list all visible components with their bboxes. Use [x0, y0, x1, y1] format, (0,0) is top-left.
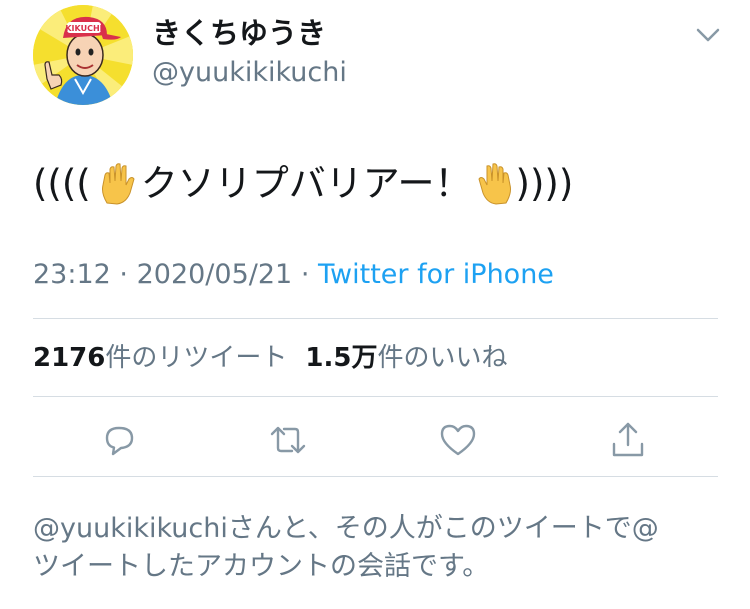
tweet-text: (((( クソリプバリアー！ )))) [33, 160, 573, 208]
share-icon[interactable] [608, 420, 648, 460]
likes-stat[interactable]: 1.5万件のいいね [305, 343, 507, 373]
avatar-cap-text: KIKUCHI [65, 24, 102, 33]
tweet-time[interactable]: 23:12 [33, 259, 111, 290]
divider [33, 396, 718, 397]
divider [33, 318, 718, 319]
likes-label: 件のいいね [377, 343, 508, 373]
reply-icon[interactable] [99, 420, 139, 460]
conversation-context: @yuukikikuchiさんと、その人がこのツイートで@ ツイートしたアカウン… [33, 510, 723, 586]
chevron-down-icon[interactable] [692, 24, 724, 46]
tweet-source-link[interactable]: Twitter for iPhone [318, 259, 554, 290]
retweet-icon[interactable] [268, 420, 308, 460]
meta-separator: · [300, 259, 310, 290]
tweet-detail: KIKUCHI きくちゆうき @yuukikikuchi (((( クソリプバリ… [0, 0, 750, 609]
avatar-illustration: KIKUCHI [33, 5, 133, 105]
raised-hand-icon [477, 163, 511, 205]
raised-hand-icon [101, 163, 135, 205]
tweet-date[interactable]: 2020/05/21 [137, 259, 293, 290]
likes-count: 1.5万 [305, 343, 378, 373]
tweet-text-suffix: )))) [515, 162, 574, 205]
author-handle[interactable]: @yuukikikuchi [152, 56, 347, 90]
divider [33, 476, 718, 477]
tweet-text-prefix: (((( [33, 162, 91, 205]
context-line[interactable]: @yuukikikuchiさんと、その人がこのツイートで@ [33, 510, 723, 548]
avatar[interactable]: KIKUCHI [33, 5, 133, 105]
tweet-stats: 2176件のリツイート 1.5万件のいいね [33, 340, 507, 376]
retweets-label: 件のリツイート [105, 343, 288, 373]
tweet-text-body: クソリプバリアー！ [140, 162, 472, 205]
tweet-meta: 23:12 · 2020/05/21 · Twitter for iPhone [33, 257, 554, 293]
like-icon[interactable] [438, 420, 478, 460]
author-display-name[interactable]: きくちゆうき [152, 14, 326, 52]
meta-separator: · [119, 259, 128, 290]
retweets-count: 2176 [33, 343, 106, 373]
retweets-stat[interactable]: 2176件のリツイート [33, 343, 287, 373]
context-line: ツイートしたアカウントの会話です。 [33, 551, 490, 582]
